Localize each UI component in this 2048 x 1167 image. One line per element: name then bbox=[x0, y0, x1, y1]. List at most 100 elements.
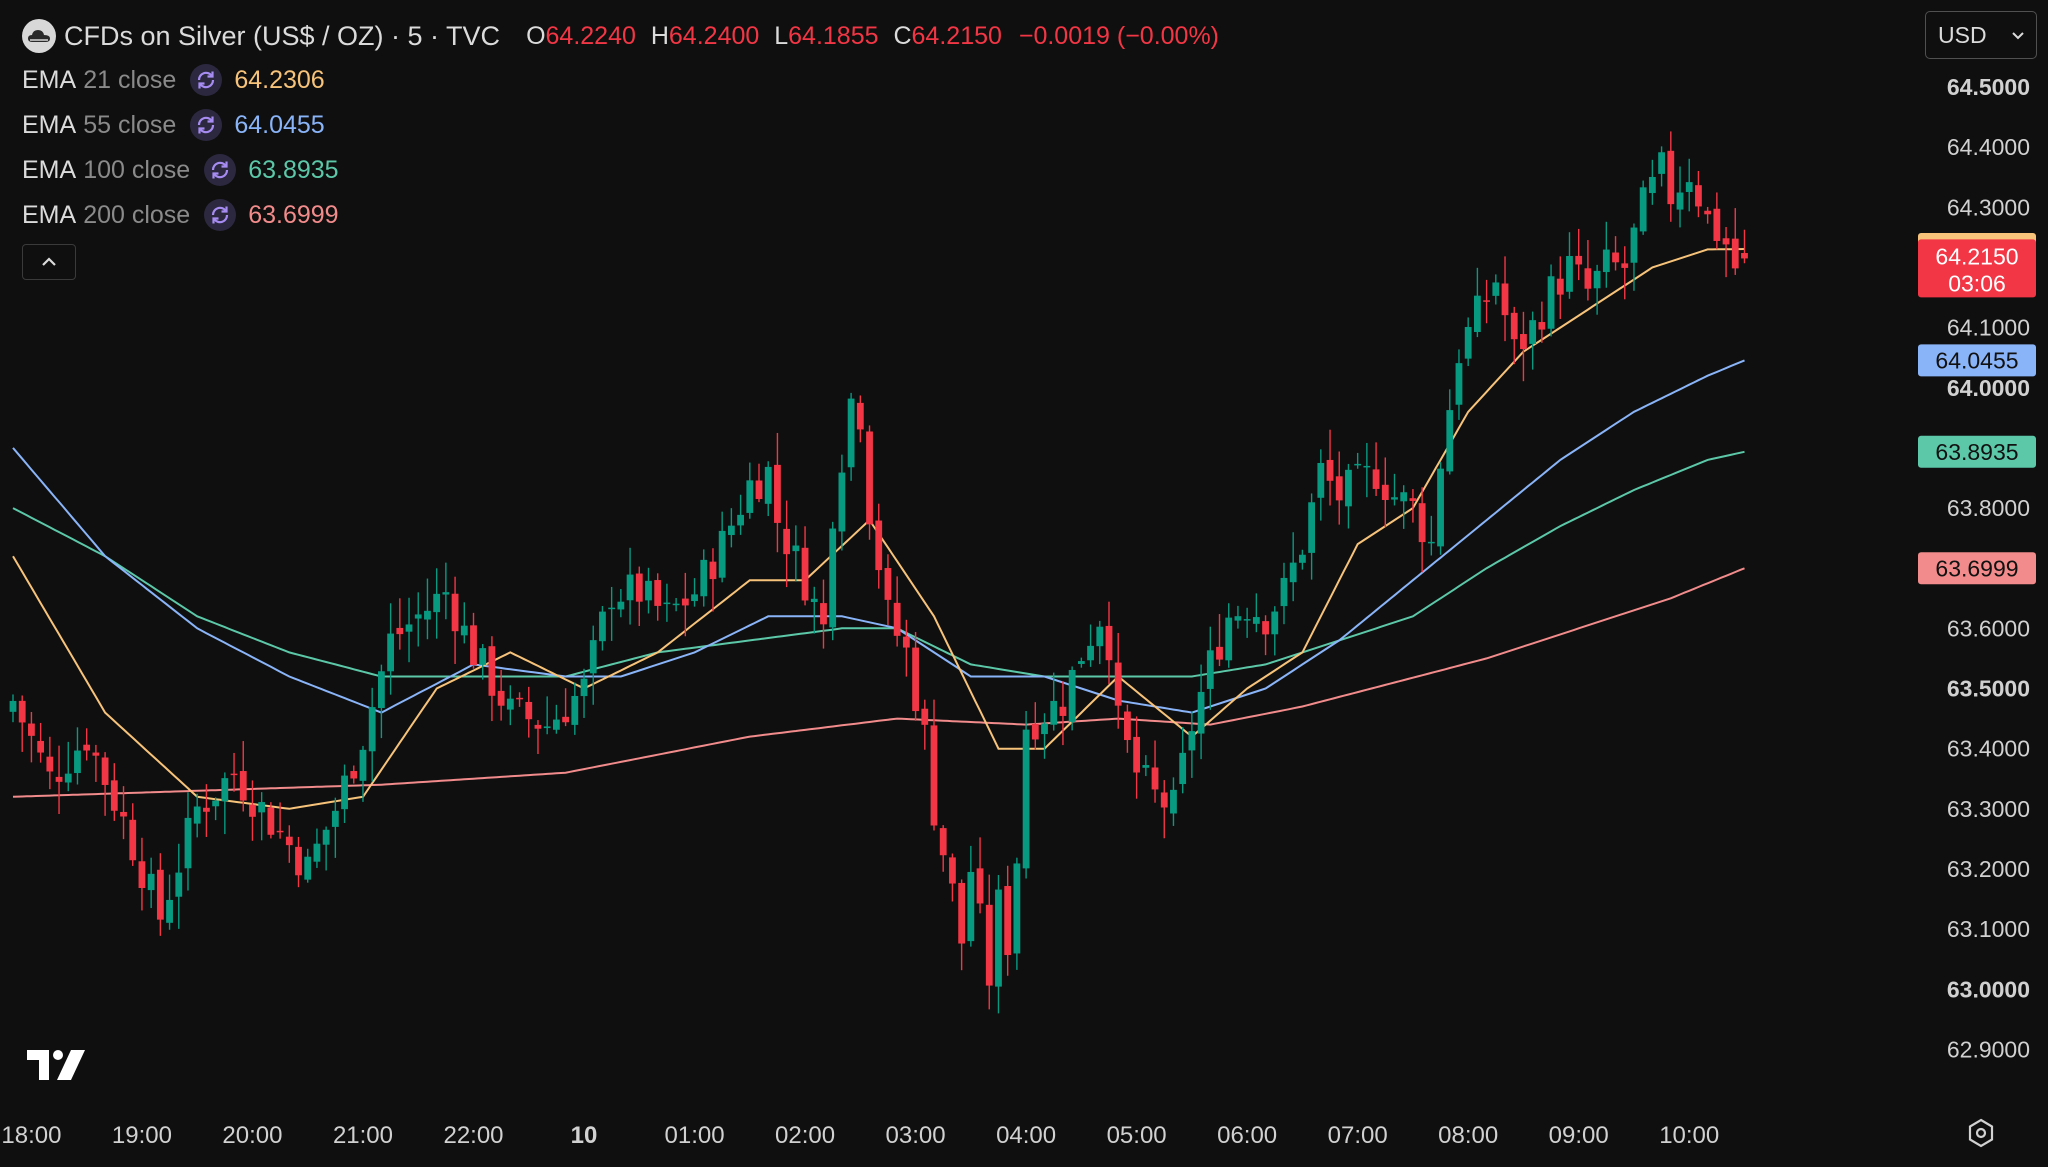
candle-body bbox=[1584, 268, 1592, 289]
indicator-name: EMA bbox=[22, 155, 77, 184]
time-tick-label: 04:00 bbox=[996, 1122, 1056, 1149]
candle-body bbox=[18, 700, 26, 723]
collapse-legend-button[interactable] bbox=[22, 244, 76, 280]
candle bbox=[866, 425, 873, 540]
candle bbox=[341, 764, 348, 823]
candle bbox=[470, 612, 477, 669]
indicator-ema-100[interactable]: EMA 100 close 63.8935 bbox=[22, 150, 339, 190]
candle bbox=[212, 797, 220, 821]
tradingview-logo[interactable] bbox=[27, 1050, 85, 1085]
candle-body bbox=[1731, 238, 1739, 269]
candle-body bbox=[497, 690, 505, 706]
candle-body bbox=[1648, 176, 1656, 194]
candle-body bbox=[1741, 253, 1748, 259]
candle bbox=[700, 549, 708, 607]
candle bbox=[101, 752, 109, 816]
candle-body bbox=[902, 636, 910, 648]
indicator-params: 55 close bbox=[83, 110, 177, 139]
indicator-ema-55[interactable]: EMA 55 close 64.0455 bbox=[22, 105, 325, 145]
candle bbox=[166, 874, 173, 930]
candle bbox=[1216, 614, 1223, 667]
gear-icon[interactable] bbox=[1966, 1118, 1996, 1153]
indicator-ema-200[interactable]: EMA 200 close 63.6999 bbox=[22, 195, 339, 235]
candle bbox=[285, 825, 293, 863]
candle bbox=[1234, 605, 1242, 629]
candle-body bbox=[783, 528, 791, 555]
indicator-ema-21[interactable]: EMA 21 close 64.2306 bbox=[22, 60, 325, 100]
candle bbox=[1391, 473, 1398, 506]
candle-body bbox=[230, 773, 238, 776]
candle-body bbox=[1418, 503, 1426, 543]
refresh-icon[interactable] bbox=[204, 199, 237, 231]
indicator-params: 100 close bbox=[83, 155, 191, 184]
candle bbox=[746, 462, 754, 519]
candle bbox=[1326, 429, 1334, 506]
candle-body bbox=[746, 480, 754, 513]
candle-body bbox=[1427, 541, 1435, 544]
candle bbox=[847, 392, 855, 481]
time-axis[interactable]: 18:00 19:00 20:00 21:00 22:00 10 01:00 02:00 03:… bbox=[1, 1122, 1719, 1149]
refresh-icon[interactable] bbox=[204, 154, 237, 186]
candle-body bbox=[64, 773, 72, 783]
candle-body bbox=[1602, 249, 1610, 273]
candle-body bbox=[442, 592, 450, 595]
candle bbox=[1124, 704, 1131, 753]
candle bbox=[313, 828, 321, 868]
candle-body bbox=[1667, 150, 1675, 205]
candle bbox=[663, 583, 671, 622]
candle bbox=[295, 836, 302, 888]
indicator-value: 64.2306 bbox=[234, 65, 325, 94]
candle bbox=[506, 685, 514, 726]
candle bbox=[1501, 256, 1509, 342]
candle bbox=[304, 848, 312, 883]
candle-body bbox=[101, 757, 109, 785]
candle bbox=[1114, 632, 1122, 729]
candle-body bbox=[378, 671, 385, 709]
symbol-title[interactable]: CFDs on Silver (US$ / OZ) · 5 · TVC bbox=[64, 21, 500, 52]
candle bbox=[368, 687, 376, 782]
candle-body bbox=[322, 829, 330, 845]
candle-body bbox=[958, 882, 966, 944]
candle bbox=[1317, 449, 1325, 521]
candle-body bbox=[166, 899, 173, 923]
candle bbox=[1160, 780, 1168, 839]
candle-body bbox=[645, 580, 652, 601]
candle bbox=[331, 797, 339, 858]
candle bbox=[147, 857, 155, 909]
candle bbox=[1704, 206, 1712, 224]
candle bbox=[221, 772, 229, 835]
candle-body bbox=[580, 678, 588, 697]
candle-body bbox=[1234, 616, 1242, 621]
candle bbox=[1280, 562, 1288, 625]
candle-body bbox=[1372, 469, 1380, 489]
candle bbox=[1372, 442, 1380, 496]
candle-body bbox=[46, 756, 54, 772]
candle bbox=[92, 744, 100, 782]
candle-body bbox=[110, 780, 118, 811]
last-price-value: 64.2150 bbox=[1935, 243, 2018, 269]
time-tick-label: 05:00 bbox=[1107, 1122, 1167, 1149]
candle bbox=[875, 503, 883, 589]
open-value: 64.2240 bbox=[545, 21, 636, 50]
indicator-params: 21 close bbox=[83, 65, 177, 94]
candle-body bbox=[930, 725, 938, 826]
candle bbox=[718, 511, 726, 583]
candle-body bbox=[1142, 765, 1150, 768]
candle bbox=[1354, 452, 1362, 469]
currency-select[interactable]: USD bbox=[1925, 11, 2037, 59]
refresh-icon[interactable] bbox=[190, 64, 223, 96]
candle bbox=[543, 696, 551, 735]
refresh-icon[interactable] bbox=[190, 109, 223, 141]
candle-body bbox=[1658, 152, 1665, 174]
candle-body bbox=[1354, 463, 1362, 466]
low-label: L bbox=[774, 21, 789, 50]
candle bbox=[1179, 726, 1187, 794]
candle bbox=[1602, 221, 1610, 288]
candle-body bbox=[949, 857, 956, 884]
candle-body bbox=[1004, 886, 1012, 956]
candle bbox=[1345, 463, 1352, 529]
candle bbox=[1013, 857, 1021, 970]
candle-body bbox=[976, 868, 984, 904]
candle-body bbox=[810, 598, 818, 603]
low-value: 64.1855 bbox=[788, 21, 879, 50]
